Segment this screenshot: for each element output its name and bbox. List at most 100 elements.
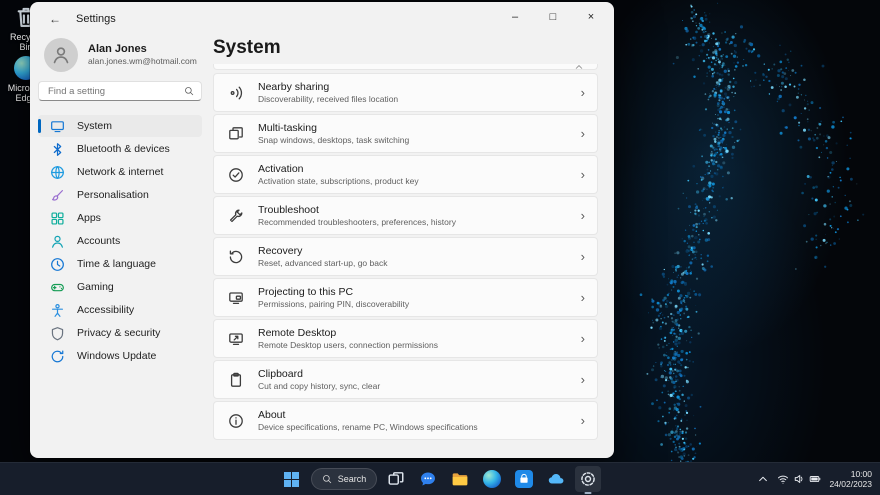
user-name: Alan Jones xyxy=(88,43,197,56)
sidebar-item-accounts[interactable]: Accounts xyxy=(38,230,202,252)
sidebar-item-network-internet[interactable]: Network & internet xyxy=(38,161,202,183)
chat-icon xyxy=(419,470,437,488)
sidebar-item-label: Windows Update xyxy=(77,350,156,362)
window-title: Settings xyxy=(76,13,116,25)
system-tray: 10:00 24/02/2023 xyxy=(757,463,872,495)
scroll-up-icon[interactable] xyxy=(574,62,584,72)
settings-search-box xyxy=(38,81,202,101)
chevron-right-icon: › xyxy=(581,127,585,140)
settings-app-button[interactable] xyxy=(575,466,601,492)
clock-time: 10:00 xyxy=(829,469,872,479)
sidebar-item-label: Accounts xyxy=(77,235,120,247)
windows-logo-icon xyxy=(284,472,299,487)
sidebar-item-privacy-security[interactable]: Privacy & security xyxy=(38,322,202,344)
card-multi-tasking[interactable]: Multi-tasking Snap windows, desktops, ta… xyxy=(213,114,598,153)
card-subtitle: Activation state, subscriptions, product… xyxy=(258,176,567,186)
taskbar-search[interactable]: Search xyxy=(311,468,378,490)
edge-button[interactable] xyxy=(479,466,505,492)
onedrive-button[interactable] xyxy=(543,466,569,492)
bluetooth-icon xyxy=(50,142,65,157)
activation-check-icon xyxy=(228,167,244,183)
sidebar-item-personalisation[interactable]: Personalisation xyxy=(38,184,202,206)
store-icon xyxy=(515,470,533,488)
settings-card-list: Nearby sharing Discoverability, received… xyxy=(213,64,598,440)
card-about[interactable]: About Device specifications, rename PC, … xyxy=(213,401,598,440)
partial-card-above[interactable] xyxy=(213,64,598,70)
sidebar-item-windows-update[interactable]: Windows Update xyxy=(38,345,202,367)
close-button[interactable]: × xyxy=(572,4,610,30)
user-email: alan.jones.wm@hotmail.com xyxy=(88,56,197,67)
shield-icon xyxy=(50,326,65,341)
chevron-right-icon: › xyxy=(581,414,585,427)
task-view-button[interactable] xyxy=(383,466,409,492)
titlebar: ← Settings – □ × xyxy=(30,2,614,36)
minimize-button[interactable]: – xyxy=(496,4,534,30)
chat-button[interactable] xyxy=(415,466,441,492)
card-title: Multi-tasking xyxy=(258,122,567,134)
user-profile[interactable]: Alan Jones alan.jones.wm@hotmail.com xyxy=(44,38,202,72)
gear-icon xyxy=(579,470,597,488)
card-nearby-sharing[interactable]: Nearby sharing Discoverability, received… xyxy=(213,73,598,112)
taskbar-center: Search xyxy=(279,466,602,492)
apps-grid-icon xyxy=(50,211,65,226)
gamepad-icon xyxy=(50,280,65,295)
card-subtitle: Recommended troubleshooters, preferences… xyxy=(258,217,567,227)
card-recovery[interactable]: Recovery Reset, advanced start-up, go ba… xyxy=(213,237,598,276)
file-explorer-button[interactable] xyxy=(447,466,473,492)
chevron-right-icon: › xyxy=(581,250,585,263)
hidden-icons-chevron-icon[interactable] xyxy=(757,473,769,485)
system-icon xyxy=(50,119,65,134)
taskbar-clock[interactable]: 10:00 24/02/2023 xyxy=(829,469,872,489)
chevron-right-icon: › xyxy=(581,86,585,99)
brush-icon xyxy=(50,188,65,203)
card-subtitle: Remote Desktop users, connection permiss… xyxy=(258,340,567,350)
battery-icon xyxy=(809,473,821,485)
taskbar-search-label: Search xyxy=(338,474,367,484)
card-title: Recovery xyxy=(258,245,567,257)
card-subtitle: Device specifications, rename PC, Window… xyxy=(258,422,567,432)
card-subtitle: Cut and copy history, sync, clear xyxy=(258,381,567,391)
sidebar-item-label: Bluetooth & devices xyxy=(77,143,170,155)
card-troubleshoot[interactable]: Troubleshoot Recommended troubleshooters… xyxy=(213,196,598,235)
recovery-icon xyxy=(228,249,244,265)
update-icon xyxy=(50,349,65,364)
microsoft-store-button[interactable] xyxy=(511,466,537,492)
back-button[interactable]: ← xyxy=(42,7,68,31)
card-projecting-to-this-pc[interactable]: Projecting to this PC Permissions, pairi… xyxy=(213,278,598,317)
sidebar-item-label: Network & internet xyxy=(77,166,163,178)
card-subtitle: Permissions, pairing PIN, discoverabilit… xyxy=(258,299,567,309)
card-title: Activation xyxy=(258,163,567,175)
sidebar-nav: System Bluetooth & devices Network & int… xyxy=(38,115,202,367)
card-activation[interactable]: Activation Activation state, subscriptio… xyxy=(213,155,598,194)
search-icon xyxy=(184,86,194,96)
start-button[interactable] xyxy=(279,466,305,492)
sidebar-item-accessibility[interactable]: Accessibility xyxy=(38,299,202,321)
edge-icon xyxy=(483,470,501,488)
nearby-sharing-icon xyxy=(228,85,244,101)
settings-sidebar: Alan Jones alan.jones.wm@hotmail.com Sys… xyxy=(30,36,210,458)
sidebar-item-apps[interactable]: Apps xyxy=(38,207,202,229)
card-remote-desktop[interactable]: Remote Desktop Remote Desktop users, con… xyxy=(213,319,598,358)
sidebar-item-gaming[interactable]: Gaming xyxy=(38,276,202,298)
card-title: Clipboard xyxy=(258,368,567,380)
volume-icon xyxy=(793,473,805,485)
avatar xyxy=(44,38,78,72)
sidebar-item-system[interactable]: System xyxy=(38,115,202,137)
settings-window: ← Settings – □ × Alan Jones alan.jones.w… xyxy=(30,2,614,458)
card-title: Remote Desktop xyxy=(258,327,567,339)
card-clipboard[interactable]: Clipboard Cut and copy history, sync, cl… xyxy=(213,360,598,399)
card-title: Projecting to this PC xyxy=(258,286,567,298)
chevron-right-icon: › xyxy=(581,373,585,386)
card-title: Nearby sharing xyxy=(258,81,567,93)
quick-settings[interactable] xyxy=(777,473,821,485)
info-icon xyxy=(228,413,244,429)
chevron-right-icon: › xyxy=(581,332,585,345)
sidebar-item-label: Personalisation xyxy=(77,189,149,201)
search-icon xyxy=(322,474,332,484)
maximize-button[interactable]: □ xyxy=(534,4,572,30)
sidebar-item-time-language[interactable]: Time & language xyxy=(38,253,202,275)
card-subtitle: Reset, advanced start-up, go back xyxy=(258,258,567,268)
globe-icon xyxy=(50,165,65,180)
settings-search-input[interactable] xyxy=(46,85,184,98)
sidebar-item-bluetooth-devices[interactable]: Bluetooth & devices xyxy=(38,138,202,160)
